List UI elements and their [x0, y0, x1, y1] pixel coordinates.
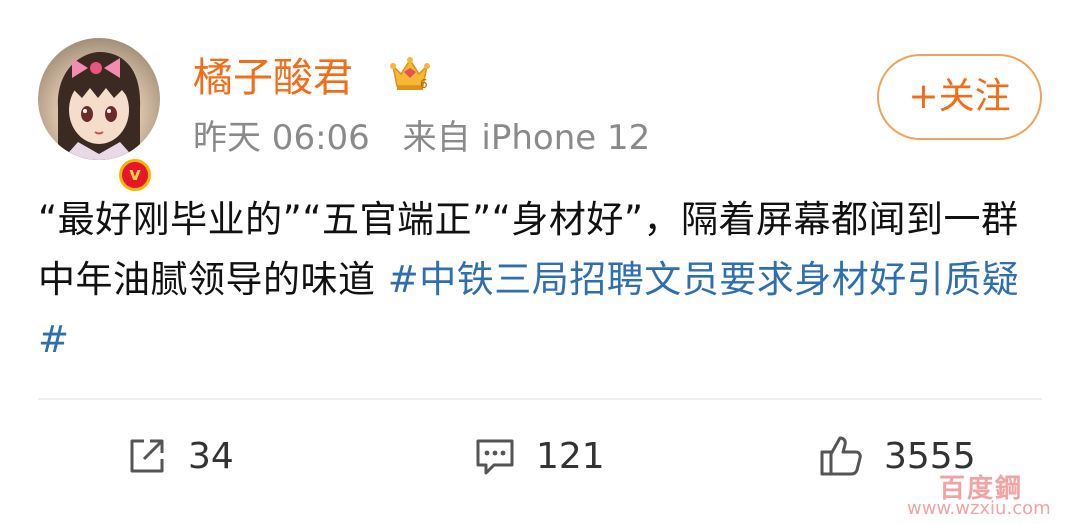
share-icon [130, 439, 164, 473]
post-meta: 昨天 06:06 来自 iPhone 12 [193, 116, 650, 160]
crown-level-number: 6 [420, 77, 428, 91]
watermark-url: www.wzxiu.com [907, 498, 1051, 519]
follow-button[interactable]: +关注 [877, 54, 1042, 140]
divider [38, 398, 1042, 400]
share-button[interactable]: 34 [124, 428, 234, 484]
post-source: 来自 iPhone 12 [402, 118, 651, 158]
username[interactable]: 橘子酸君 [193, 54, 353, 102]
site-watermark: 百度鋼 www.wzxiu.com [885, 468, 1075, 519]
comment-button[interactable]: 121 [472, 428, 605, 484]
comment-count: 121 [536, 435, 605, 477]
avatar-image [38, 38, 160, 160]
verified-v-icon: v [116, 156, 154, 194]
share-count: 34 [188, 435, 234, 477]
thumbs-up-icon [820, 436, 862, 476]
post-text: “最好刚毕业的”“五官端正”“身材好”，隔着屏幕都闻到一群中年油腻领导的味道 #… [38, 190, 1048, 370]
crown-level-icon: 6 [389, 52, 431, 94]
avatar[interactable]: v [38, 38, 160, 194]
comment-icon [476, 439, 514, 475]
post-time: 昨天 06:06 [193, 118, 370, 158]
